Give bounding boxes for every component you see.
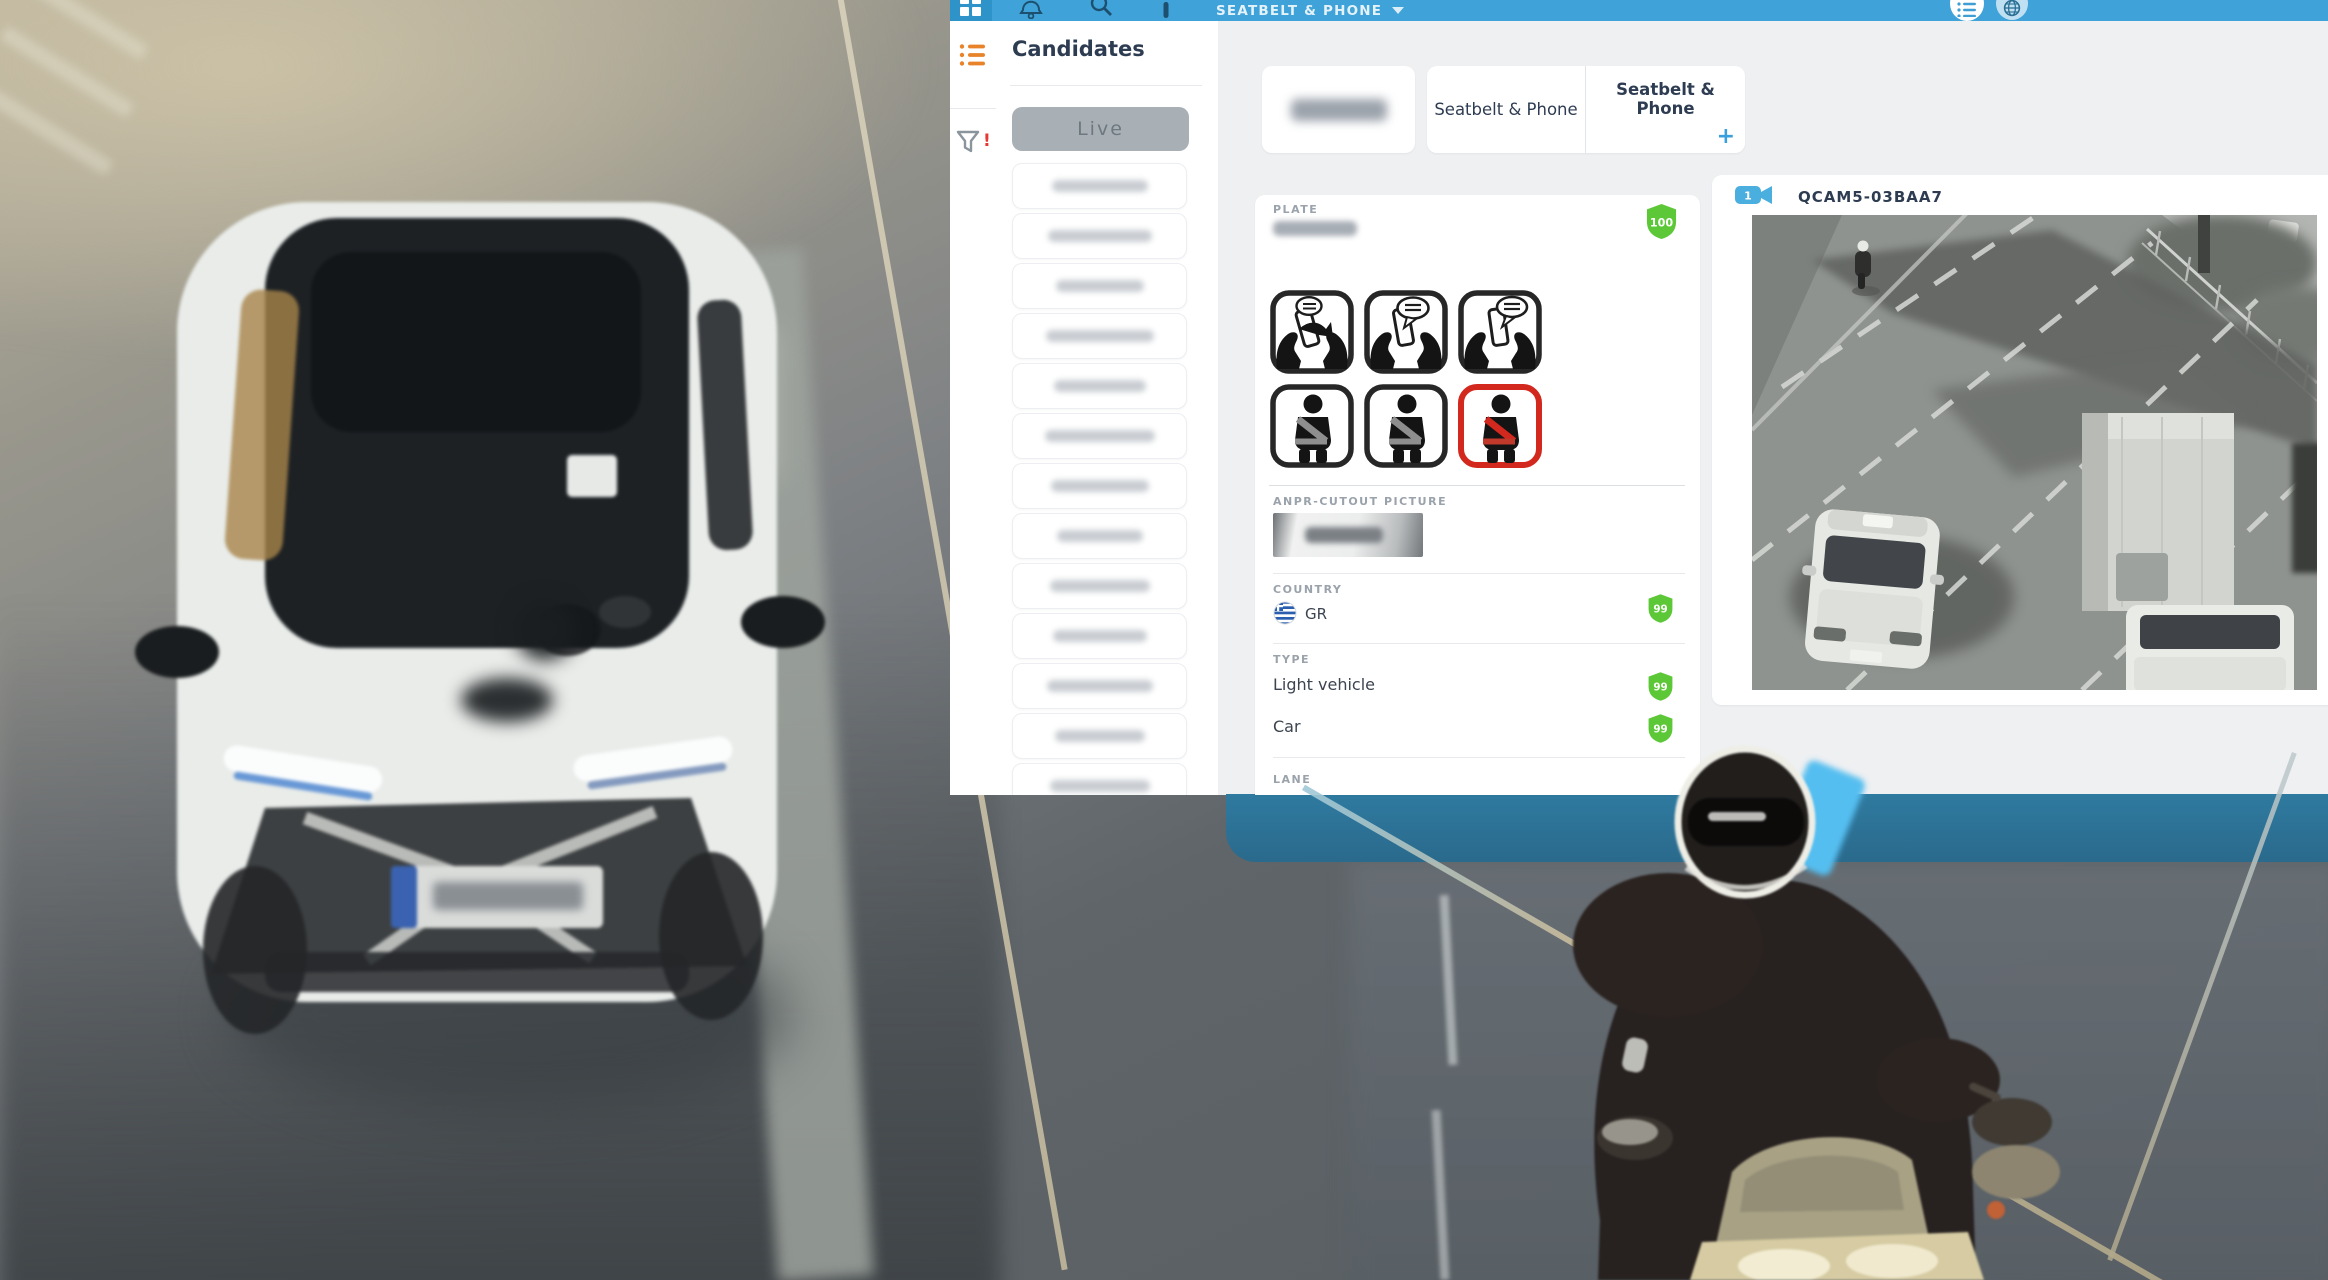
svg-text:99: 99 [1653, 681, 1667, 693]
svg-text:100: 100 [1650, 216, 1674, 229]
seatbelt-violation-icon [1458, 384, 1542, 468]
violation-tabs-card: Seatbelt & Phone Seatbelt & Phone + [1427, 66, 1745, 153]
candidate-row[interactable] [1012, 213, 1187, 259]
tab-label-active: Seatbelt & Phone [1616, 80, 1715, 118]
seatbelt-detection-icon [1270, 384, 1354, 468]
chevron-down-icon [1392, 7, 1405, 14]
phone-detection-icon [1458, 290, 1542, 374]
confidence-shield-country: 99 [1648, 594, 1673, 623]
candidates-sidebar: Candidates Live [996, 21, 1218, 795]
search-icon[interactable] [1088, 0, 1114, 18]
candidates-title: Candidates [1012, 37, 1145, 61]
language-button[interactable] [1996, 0, 2028, 20]
grid-icon [960, 0, 981, 16]
candidate-row[interactable] [1012, 363, 1187, 409]
plate-thumbnail-card[interactable] [1262, 66, 1415, 153]
seatbelt-detection-icon [1364, 384, 1448, 468]
live-button-label: Live [1077, 118, 1124, 140]
blurred-plate-text [1290, 98, 1387, 121]
candidate-row[interactable] [1012, 763, 1187, 795]
filter-icon [956, 130, 980, 153]
motorcyclist-foreground [1540, 740, 2100, 1280]
list-view-button[interactable] [1950, 0, 1984, 21]
screen: SEATBELT & PHONE ! Candidates Live Seatb… [0, 0, 2328, 1280]
tab-label: Seatbelt & Phone [1434, 100, 1578, 119]
app-launcher-button[interactable] [950, 0, 992, 21]
camera-card: 1 QCAM5-03BAA7 [1712, 175, 2328, 705]
info-icon[interactable] [1160, 0, 1172, 20]
app-topbar: SEATBELT & PHONE [950, 0, 2328, 21]
candidate-row[interactable] [1012, 563, 1187, 609]
candidate-row[interactable] [1012, 313, 1187, 359]
list-icon [1957, 2, 1976, 17]
feed-car [1802, 509, 1945, 669]
svg-text:99: 99 [1653, 723, 1667, 735]
candidate-row[interactable] [1012, 263, 1187, 309]
anpr-cutout-label: ANPR-CUTOUT PICTURE [1273, 495, 1448, 508]
camera-name: QCAM5-03BAA7 [1798, 188, 1943, 206]
candidates-list-icon[interactable] [959, 43, 987, 67]
country-label: COUNTRY [1273, 583, 1343, 596]
anpr-cutout-image [1273, 513, 1423, 557]
camera-feed-image [1752, 215, 2317, 690]
tab-seatbelt-phone-inactive[interactable]: Seatbelt & Phone [1427, 66, 1585, 153]
filter-button[interactable]: ! [956, 129, 996, 163]
candidate-row[interactable] [1012, 163, 1187, 209]
tab-seatbelt-phone-active[interactable]: Seatbelt & Phone + [1586, 66, 1745, 153]
type-label: TYPE [1273, 653, 1311, 666]
violation-icon-grid [1269, 289, 1559, 475]
type-value: Light vehicle [1273, 675, 1375, 694]
candidate-row[interactable] [1012, 613, 1187, 659]
candidate-row[interactable] [1012, 413, 1187, 459]
add-tab-button[interactable]: + [1717, 124, 1735, 149]
filter-alert-badge: ! [983, 131, 991, 151]
blurred-plate-value [1273, 221, 1357, 236]
violation-detail-panel: PLATE 100 ANPR-CUTOUT PICTURE COUNTRY GR… [1255, 195, 1700, 795]
candidate-row[interactable] [1012, 513, 1187, 559]
country-code: GR [1305, 605, 1328, 623]
confidence-shield-type: 99 [1648, 672, 1673, 701]
phone-detection-icon [1364, 290, 1448, 374]
lane-label: LANE [1273, 773, 1312, 786]
svg-text:1: 1 [1744, 190, 1752, 203]
left-icon-rail: ! [950, 21, 997, 795]
candidate-row[interactable] [1012, 463, 1187, 509]
candidate-row[interactable] [1012, 663, 1187, 709]
bell-icon[interactable] [1018, 0, 1044, 19]
greece-flag-icon [1273, 601, 1297, 625]
confidence-shield-plate: 100 [1646, 204, 1677, 239]
dropdown-label: SEATBELT & PHONE [1216, 2, 1383, 19]
camera-icon: 1 [1735, 186, 1772, 204]
svg-text:99: 99 [1653, 603, 1667, 615]
phone-detection-icon [1270, 290, 1354, 374]
type-value: Car [1273, 717, 1301, 736]
white-car [115, 160, 845, 1060]
live-button[interactable]: Live [1012, 107, 1189, 151]
candidate-row[interactable] [1012, 713, 1187, 759]
plate-label: PLATE [1273, 203, 1319, 216]
globe-icon [2003, 0, 2021, 17]
violation-type-dropdown[interactable]: SEATBELT & PHONE [1216, 0, 1405, 21]
